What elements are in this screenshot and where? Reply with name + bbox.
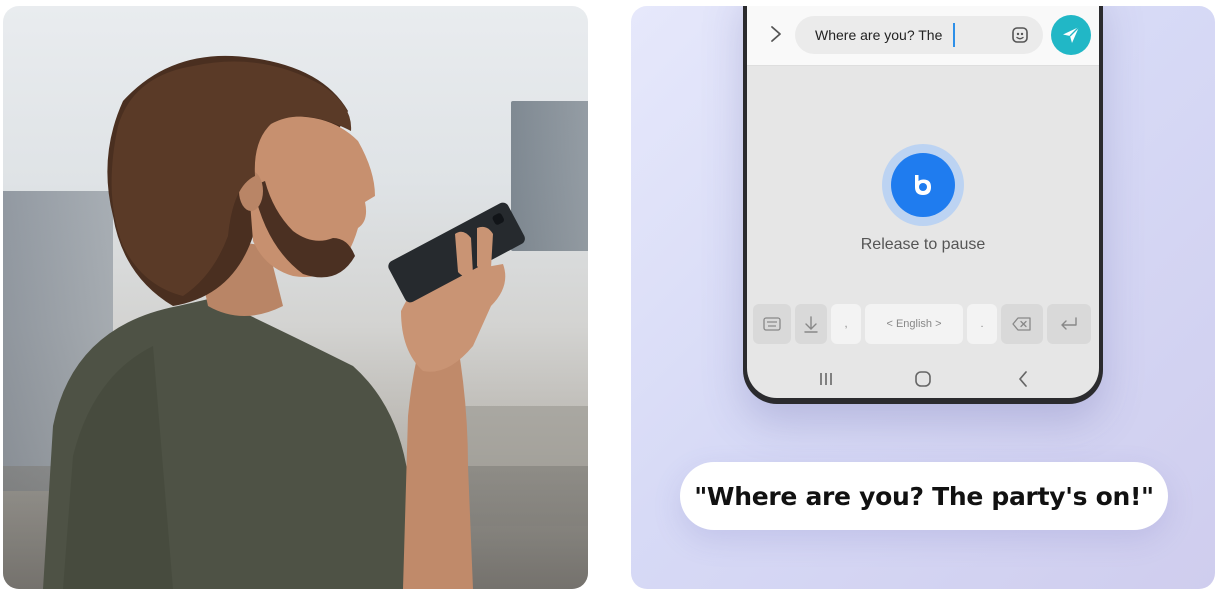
keyboard-icon [763, 317, 781, 331]
message-input-field[interactable]: Where are you? The [795, 16, 1043, 54]
person-arm [403, 336, 473, 589]
back-chevron-icon [1019, 371, 1027, 387]
person-fingers-2 [477, 226, 493, 271]
period-key-label: . [980, 318, 984, 330]
voice-status-text: Release to pause [860, 236, 986, 253]
text-cursor [953, 23, 955, 47]
send-button[interactable] [1051, 15, 1091, 55]
back-button[interactable] [1008, 366, 1038, 392]
spoken-quote-bubble: "Where are you? The party's on!" [680, 462, 1168, 530]
person-speaking-into-phone-illustration [43, 55, 525, 589]
message-compose-bar: Where are you? The [747, 6, 1099, 66]
enter-key[interactable] [1047, 304, 1091, 344]
keyboard-toggle-key[interactable] [753, 304, 791, 344]
keyboard-bottom-row: , < English > . [753, 304, 1093, 344]
home-button[interactable] [908, 366, 938, 392]
hide-keyboard-key[interactable] [795, 304, 827, 344]
expand-chevron-button[interactable] [765, 20, 787, 48]
sticker-button[interactable] [1009, 24, 1031, 46]
photo-panel [3, 6, 588, 589]
navigation-bar [747, 364, 1099, 394]
backspace-icon [1012, 317, 1031, 331]
feature-illustration-panel: Where are you? The Release to pause , < … [631, 6, 1215, 589]
comma-key[interactable]: , [831, 304, 861, 344]
bixby-voice-button[interactable] [891, 153, 955, 217]
spoken-quote-text: "Where are you? The party's on!" [694, 481, 1154, 511]
chevron-right-icon [771, 26, 781, 42]
bixby-logo-icon [915, 175, 931, 195]
comma-key-label: , [844, 318, 848, 330]
voice-input-ring [882, 144, 964, 226]
phone-screen: Where are you? The Release to pause , < … [747, 6, 1099, 398]
backspace-key[interactable] [1001, 304, 1043, 344]
sticker-icon [1012, 27, 1028, 43]
enter-icon [1061, 317, 1077, 330]
recent-apps-icon [820, 373, 832, 385]
language-key-label: < English > [886, 318, 942, 330]
message-input-value: Where are you? The [815, 27, 943, 43]
period-key[interactable]: . [967, 304, 997, 344]
recent-apps-button[interactable] [811, 366, 841, 392]
down-arrow-icon [804, 316, 818, 333]
phone-mockup: Where are you? The Release to pause , < … [743, 6, 1103, 404]
send-paper-plane-icon [1063, 26, 1080, 43]
home-icon [915, 371, 931, 387]
language-switch-key[interactable]: < English > [865, 304, 963, 344]
